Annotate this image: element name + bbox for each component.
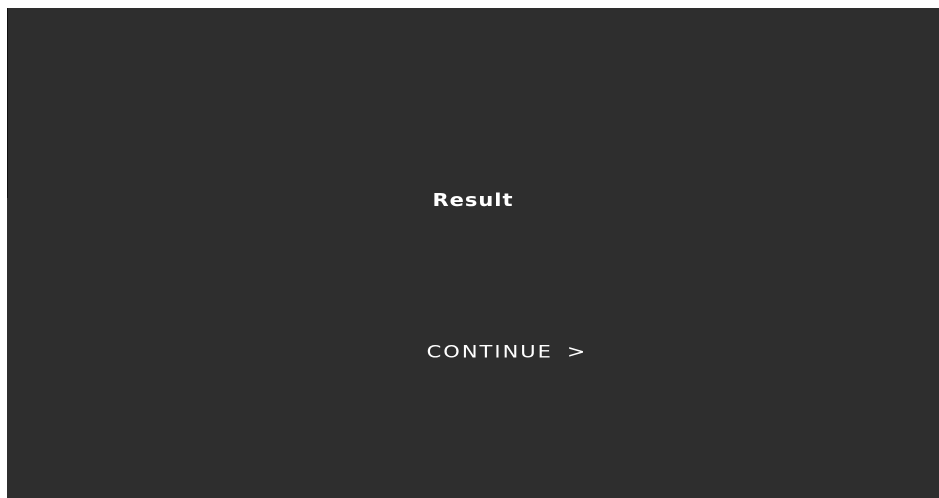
result-title: Result — [432, 189, 514, 211]
continue-button[interactable]: CONTINUE > — [387, 336, 627, 368]
result-screen: Result CONTINUE > — [7, 8, 939, 498]
left-edge-divider — [7, 8, 8, 198]
chevron-right-icon: > — [566, 342, 588, 362]
continue-label: CONTINUE — [426, 342, 553, 362]
